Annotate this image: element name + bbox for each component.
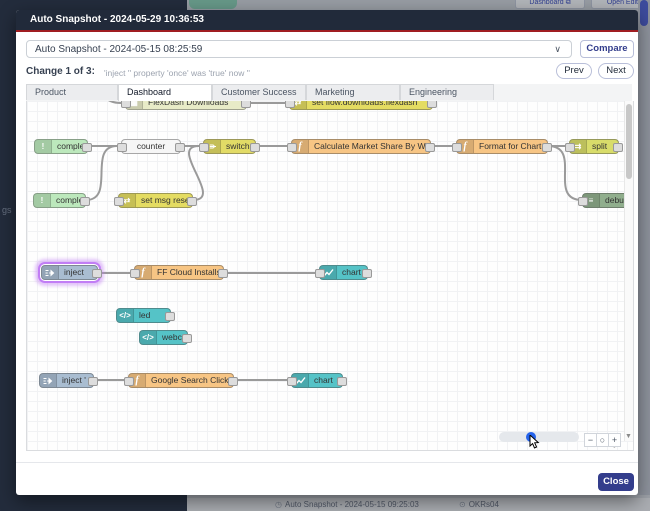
node-output-port[interactable] xyxy=(425,143,435,152)
inject-icon xyxy=(40,374,57,387)
code-icon: </> xyxy=(140,331,157,344)
node-input-port[interactable] xyxy=(578,197,588,206)
node-output-port[interactable] xyxy=(80,197,90,206)
node-output-port[interactable] xyxy=(187,197,197,206)
node-output-port[interactable] xyxy=(182,334,192,343)
node-input-port[interactable] xyxy=(315,269,325,278)
node-output-port[interactable] xyxy=(250,143,260,152)
flow-node-counter[interactable]: counter xyxy=(117,139,185,154)
node-output-port[interactable] xyxy=(613,143,623,152)
node-input-port[interactable] xyxy=(285,101,295,108)
flow-node-ui-chart[interactable]: chart xyxy=(287,373,347,388)
flow-node-switch[interactable]: ⋔ switch xyxy=(199,139,260,154)
chevron-down-icon: ∨ xyxy=(554,44,561,54)
node-label: FF Cloud Installs xyxy=(157,267,221,277)
prev-change-button[interactable]: Prev xyxy=(556,63,592,79)
screen: gs Dashboard ⧉Open Editor ⧉ ◷Auto Snapsh… xyxy=(0,0,650,511)
flow-canvas[interactable]: ▦ FlexDash Downloads ⇄ set flow.downloads.f… xyxy=(26,101,634,451)
node-input-port[interactable] xyxy=(199,143,209,152)
mouse-cursor xyxy=(529,435,540,449)
alert-icon: ! xyxy=(35,140,52,153)
flow-node-inject[interactable]: inject ' xyxy=(39,373,98,388)
canvas-vertical-scrollbar-thumb[interactable] xyxy=(626,104,632,179)
node-output-port[interactable] xyxy=(82,143,92,152)
node-output-port[interactable] xyxy=(362,269,372,278)
node-input-port[interactable] xyxy=(452,143,462,152)
flow-node-complete[interactable]: !complete xyxy=(34,139,92,154)
flow-wire xyxy=(547,145,583,201)
node-input-port[interactable] xyxy=(130,269,140,278)
flow-wire xyxy=(85,145,118,201)
flow-node-function[interactable]: f FF Cloud Installs xyxy=(130,265,228,280)
node-output-port[interactable] xyxy=(92,269,102,278)
flow-node-function[interactable]: f Format for Chart xyxy=(452,139,552,154)
next-change-button[interactable]: Next xyxy=(598,63,634,79)
node-label: Calculate Market Share By Week xyxy=(314,141,430,151)
node-input-port[interactable] xyxy=(117,143,127,152)
node-label: FlexDash Downloads xyxy=(148,101,229,107)
tab-customer-success[interactable]: Customer Success xyxy=(212,84,306,100)
node-output-port[interactable] xyxy=(88,377,98,386)
tab-product[interactable]: Product xyxy=(26,84,118,100)
node-label: set msg reset xyxy=(141,195,192,205)
zoom-in-button[interactable]: + xyxy=(608,433,621,447)
flow-wire xyxy=(188,145,204,201)
node-output-port[interactable] xyxy=(337,377,347,386)
modal-header: Auto Snapshot - 2024-05-29 10:36:53 xyxy=(16,10,638,32)
node-output-port[interactable] xyxy=(165,312,175,321)
scroll-down-arrow-icon[interactable]: ▼ xyxy=(624,432,633,441)
flow-node-ui-template[interactable]: </> led xyxy=(116,308,175,323)
node-output-port[interactable] xyxy=(542,143,552,152)
flow-node-change[interactable]: ⇄ set flow.downloads.flexdash xyxy=(285,101,437,110)
flow-node-ui-widget[interactable]: ▦ FlexDash Downloads xyxy=(121,101,251,110)
flow-tabbar: Product Dashboard Customer Success Marketin… xyxy=(26,84,632,102)
node-output-port[interactable] xyxy=(218,269,228,278)
snapshot-compare-modal: Auto Snapshot - 2024-05-29 10:36:53 Auto… xyxy=(16,10,638,495)
node-label: set flow.downloads.flexdash xyxy=(312,101,418,107)
flow-wire xyxy=(108,101,122,104)
code-icon: </> xyxy=(117,309,134,322)
node-label: counter xyxy=(136,141,166,151)
node-label: Format for Chart xyxy=(479,141,542,151)
node-output-port[interactable] xyxy=(228,377,238,386)
snapshot-select[interactable]: Auto Snapshot - 2024-05-15 08:25:59 ∨ xyxy=(26,40,572,58)
flow-node-function[interactable]: f Calculate Market Share By Week xyxy=(287,139,435,154)
node-input-port[interactable] xyxy=(287,377,297,386)
flow-node-change[interactable]: ⇄ set msg reset xyxy=(114,193,197,208)
change-counter-label: Change 1 of 3: xyxy=(26,66,95,77)
snapshot-select-value: Auto Snapshot - 2024-05-15 08:25:59 xyxy=(35,44,203,55)
modal-title: Auto Snapshot - 2024-05-29 10:36:53 xyxy=(30,14,204,25)
node-input-port[interactable] xyxy=(114,197,124,206)
tab-engineering[interactable]: Engineering xyxy=(400,84,494,100)
flow-node-ui-chart[interactable]: chart xyxy=(315,265,372,280)
node-input-port[interactable] xyxy=(121,101,131,108)
flow-node-inject[interactable]: inject xyxy=(41,265,102,280)
inject-icon xyxy=(42,266,59,279)
node-output-port[interactable] xyxy=(175,143,185,152)
tab-dashboard[interactable]: Dashboard xyxy=(118,84,212,101)
node-output-port[interactable] xyxy=(427,101,437,108)
flow-node-complete[interactable]: !complete xyxy=(33,193,90,208)
node-input-port[interactable] xyxy=(565,143,575,152)
close-button[interactable]: Close xyxy=(598,473,634,491)
node-label: Google Search Clicks xyxy=(151,375,233,385)
tab-marketing[interactable]: Marketing xyxy=(306,84,400,100)
flow-node-ui-template[interactable]: </>webcam xyxy=(139,330,192,345)
node-input-port[interactable] xyxy=(124,377,134,386)
node-output-port[interactable] xyxy=(241,101,251,108)
divider xyxy=(16,462,638,463)
flow-node-split[interactable]: ⇉ split xyxy=(565,139,623,154)
alert-icon: ! xyxy=(34,194,51,207)
change-description: 'inject '' property 'once' was 'true' no… xyxy=(104,67,250,78)
node-input-port[interactable] xyxy=(287,143,297,152)
compare-button[interactable]: Compare xyxy=(580,40,634,58)
flow-node-function[interactable]: f Google Search Clicks xyxy=(124,373,238,388)
